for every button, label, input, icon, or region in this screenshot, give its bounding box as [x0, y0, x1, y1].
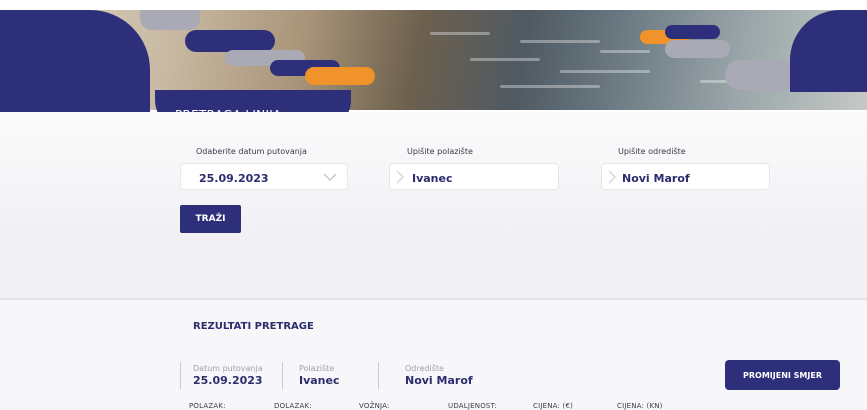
- origin-label: Upišite polazište: [407, 147, 473, 156]
- decor-shape: [0, 10, 150, 112]
- summary-date-value: 25.09.2023: [193, 374, 263, 387]
- origin-input[interactable]: Ivanec: [389, 163, 559, 190]
- chevron-right-icon: [608, 170, 617, 184]
- summary-destination-label: Odredište: [405, 364, 444, 373]
- destination-label: Upišite odredište: [618, 147, 686, 156]
- date-label: Odaberite datum putovanja: [196, 147, 307, 156]
- column-duration: VOŽNJA:: [359, 402, 390, 410]
- decor-shape: [185, 30, 275, 52]
- column-distance: UDALJENOST:: [448, 402, 497, 410]
- date-select[interactable]: 25.09.2023: [180, 163, 348, 190]
- column-price-kn: CIJENA: (KN): [617, 402, 663, 410]
- date-value: 25.09.2023: [199, 172, 269, 185]
- search-button[interactable]: TRAŽI: [180, 205, 241, 233]
- destination-value: Novi Marof: [622, 172, 690, 185]
- column-price-eur: CIJENA: (€): [533, 402, 574, 410]
- decor-shape: [305, 67, 375, 85]
- origin-value: Ivanec: [412, 172, 453, 185]
- chevron-down-icon: [323, 173, 337, 182]
- change-direction-button[interactable]: PROMIJENI SMJER: [725, 360, 840, 390]
- hero-banner: [0, 0, 867, 112]
- separator: [378, 362, 379, 389]
- results-title: REZULTATI PRETRAGE: [193, 321, 314, 332]
- destination-input[interactable]: Novi Marof: [601, 163, 770, 190]
- summary-origin-label: Polazište: [299, 364, 335, 373]
- chevron-right-icon: [396, 170, 405, 184]
- results-area: [0, 300, 867, 410]
- decor-shape: [665, 25, 720, 39]
- column-arrival: DOLAZAK:: [274, 402, 312, 410]
- column-departure: POLAZAK:: [189, 402, 226, 410]
- separator: [282, 362, 283, 389]
- separator: [180, 362, 181, 389]
- search-form-area: [0, 112, 867, 298]
- decor-shape: [140, 10, 200, 30]
- summary-origin-value: Ivanec: [299, 374, 340, 387]
- decor-shape: [665, 40, 730, 58]
- summary-destination-value: Novi Marof: [405, 374, 473, 387]
- summary-date-label: Datum putovanja: [193, 364, 263, 373]
